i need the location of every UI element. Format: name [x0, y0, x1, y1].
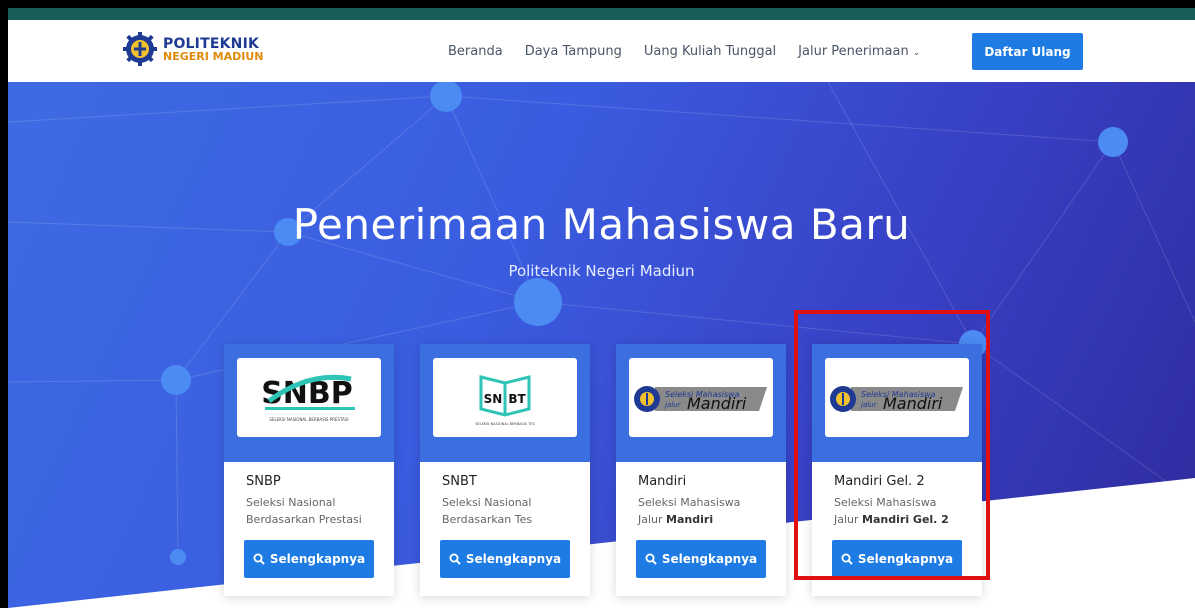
nav-link-daya-tampung[interactable]: Daya Tampung: [525, 44, 622, 59]
card-title: SNBT: [442, 474, 477, 489]
card-title: SNBP: [246, 474, 281, 489]
main-nav: Beranda Daya Tampung Uang Kuliah Tunggal…: [448, 20, 942, 82]
card-mandiri: Seleksi Mahasiswa jalur Mandiri Mandiri …: [616, 344, 786, 596]
mandiri-logo-big: Mandiri: [687, 394, 747, 413]
polinema-gear-logo-icon: [123, 32, 157, 66]
card-snbp: SNBP SELEKSI NASIONAL BERBASIS PRESTASI …: [224, 344, 394, 596]
selengkapnya-button-snbp[interactable]: Selengkapnya: [244, 540, 374, 578]
chevron-down-icon: ⌄: [912, 47, 921, 58]
card-header: SNBP SELEKSI NASIONAL BERBASIS PRESTASI: [224, 344, 394, 462]
snbp-logo-caption: SELEKSI NASIONAL BERBASIS PRESTASI: [269, 417, 348, 422]
daftar-ulang-button[interactable]: Daftar Ulang: [972, 33, 1083, 70]
highlight-annotation-box: [794, 310, 990, 580]
card-description: Seleksi Nasional Berdasarkan Prestasi: [246, 494, 386, 528]
network-background-decoration: [8, 82, 1195, 608]
snbp-logo-image: SNBP SELEKSI NASIONAL BERBASIS PRESTASI: [237, 358, 381, 437]
search-icon: [253, 553, 265, 565]
card-desc-line2: Berdasarkan Prestasi: [246, 513, 362, 526]
hero-title: Penerimaan Mahasiswa Baru: [292, 200, 911, 249]
button-label: Selengkapnya: [465, 552, 562, 566]
card-description: Seleksi Mahasiswa Jalur Mandiri: [638, 494, 778, 528]
card-desc-line2: Berdasarkan Tes: [442, 513, 533, 526]
card-description: Seleksi Nasional Berdasarkan Tes: [442, 494, 582, 528]
snbt-logo-caption: SELEKSI NASIONAL BERBASIS TES: [475, 422, 535, 426]
selengkapnya-button-snbt[interactable]: Selengkapnya: [440, 540, 570, 578]
card-desc-line1: Seleksi Nasional: [246, 496, 336, 509]
button-label: Selengkapnya: [269, 552, 366, 566]
nav-link-beranda[interactable]: Beranda: [448, 44, 503, 59]
mandiri-logo-small2: jalur: [664, 401, 682, 409]
page: POLITEKNIK NEGERI MADIUN Beranda Daya Ta…: [8, 20, 1195, 608]
browser-top-strip: [8, 8, 1195, 20]
card-title: Mandiri: [638, 474, 687, 489]
hero-section: Penerimaan Mahasiswa Baru Politeknik Neg…: [8, 82, 1195, 608]
mandiri-logo-image: Seleksi Mahasiswa jalur Mandiri: [629, 358, 773, 437]
nav-link-uang-kuliah-tunggal[interactable]: Uang Kuliah Tunggal: [644, 44, 776, 59]
nav-dropdown-label: Jalur Penerimaan: [798, 43, 909, 59]
selengkapnya-button-mandiri[interactable]: Selengkapnya: [636, 540, 766, 578]
brand-logo-link[interactable]: POLITEKNIK NEGERI MADIUN: [123, 32, 263, 66]
navbar: POLITEKNIK NEGERI MADIUN Beranda Daya Ta…: [8, 20, 1195, 82]
search-icon: [449, 553, 461, 565]
card-desc-line1: Seleksi Mahasiswa: [638, 496, 741, 509]
nav-dropdown-jalur-penerimaan[interactable]: Jalur Penerimaan ⌄: [798, 44, 920, 59]
brand-name-line1: POLITEKNIK: [163, 35, 260, 52]
card-snbt: SN BT SELEKSI NASIONAL BERBASIS TES SNBT…: [420, 344, 590, 596]
snbt-logo-image: SN BT SELEKSI NASIONAL BERBASIS TES: [433, 358, 577, 437]
snbt-logo-text-right: BT: [508, 392, 526, 406]
card-desc-bold: Mandiri: [666, 513, 714, 526]
search-icon: [645, 553, 657, 565]
snbt-logo-text-left: SN: [484, 392, 503, 406]
brand-name-line2: NEGERI MADIUN: [163, 49, 264, 63]
card-header: SN BT SELEKSI NASIONAL BERBASIS TES: [420, 344, 590, 462]
hero-subtitle: Politeknik Negeri Madiun: [508, 262, 695, 280]
card-desc-line1: Seleksi Nasional: [442, 496, 532, 509]
card-header: Seleksi Mahasiswa jalur Mandiri: [616, 344, 786, 462]
button-label: Selengkapnya: [661, 552, 758, 566]
card-desc-line2: Jalur Mandiri: [638, 511, 778, 528]
card-desc-prefix: Jalur: [638, 513, 667, 526]
